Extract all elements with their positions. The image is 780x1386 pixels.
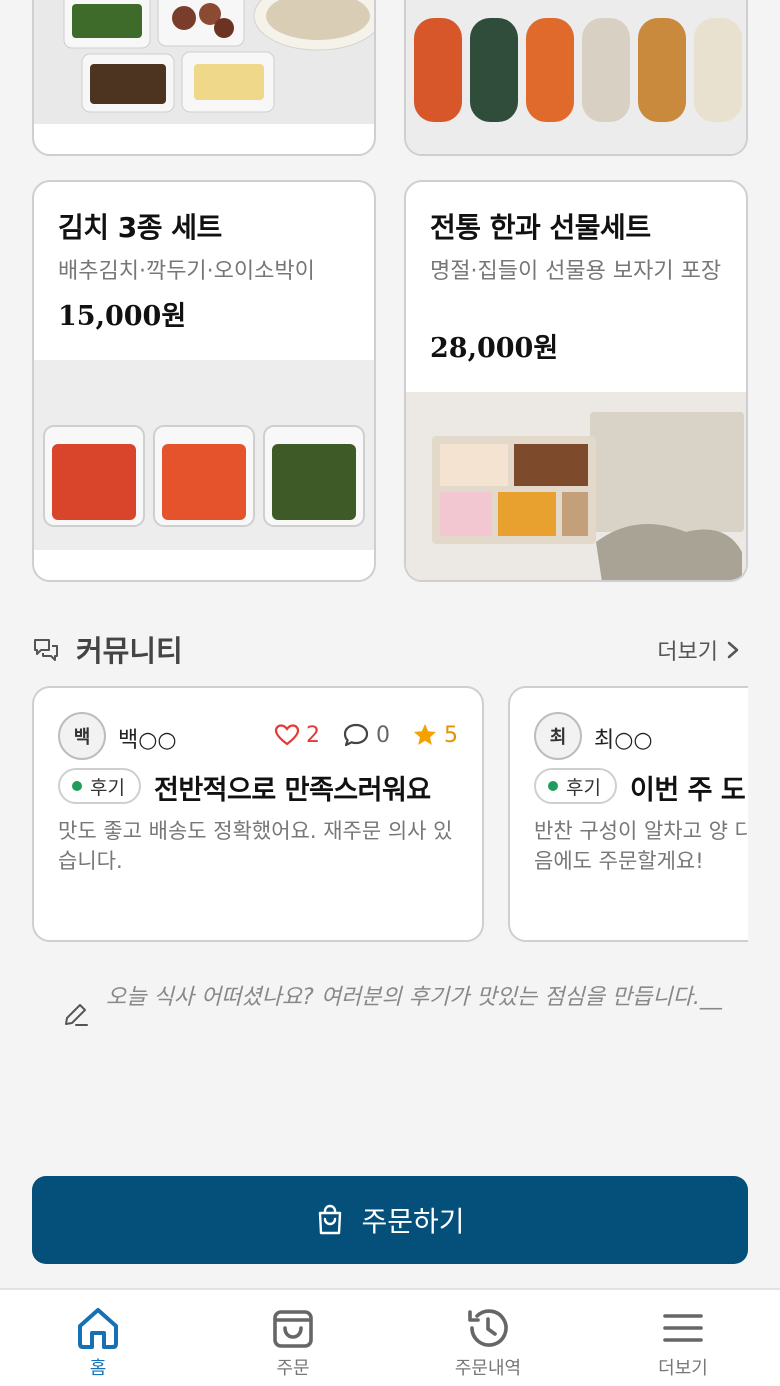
star-icon	[414, 724, 436, 745]
nav-item-order-history[interactable]: 주문내역	[428, 1304, 548, 1380]
product-description: 명절·집들이 선물용 보자기 포장	[430, 259, 722, 284]
nav-label: 홈	[89, 1358, 107, 1379]
review-card[interactable]: 최 최○○ 후기 이번 주 도 반찬 구성이 알차고 양 다음에도 주문할게요!	[508, 686, 748, 942]
kimchi-set-photo	[34, 360, 374, 550]
menu-icon	[663, 1314, 703, 1342]
product-card-side-dishes[interactable]	[32, 0, 376, 156]
review-author: 백○○	[118, 728, 177, 753]
nav-label: 더보기	[658, 1358, 708, 1379]
order-button[interactable]: 주문하기	[32, 1176, 748, 1264]
badge-label: 후기	[90, 776, 125, 799]
nav-item-more[interactable]: 더보기	[623, 1304, 743, 1380]
review-author: 최○○	[594, 728, 653, 753]
review-card[interactable]: 백 백○○ 2 0 5 후기 전반적으로 만족스러워요 맛도 좋고 배송도 정확…	[32, 686, 484, 942]
order-button-label: 주문하기	[361, 1205, 465, 1238]
likes-count: 2	[306, 722, 320, 748]
community-title: 커뮤니티	[76, 634, 183, 668]
app-screen: 김치 3종 세트 배추김치·깍두기·오이소박이 15,000원 전통 한과 선물…	[0, 0, 780, 1386]
bag-icon	[273, 1310, 313, 1348]
nav-label: 주문	[276, 1358, 310, 1379]
history-icon	[468, 1309, 508, 1347]
rating-value: 5	[444, 722, 458, 748]
product-card-hangwa-gift-set[interactable]: 전통 한과 선물세트 명절·집들이 선물용 보자기 포장 28,000원	[404, 180, 748, 582]
chevron-right-icon	[727, 641, 739, 659]
comments-count: 0	[376, 722, 390, 748]
review-title: 이번 주 도	[630, 775, 746, 806]
community-section-header: 커뮤니티 더보기	[32, 626, 748, 674]
more-label: 더보기	[657, 640, 718, 665]
product-name: 김치 3종 세트	[58, 211, 222, 244]
product-name: 전통 한과 선물세트	[430, 211, 651, 244]
nav-item-home[interactable]: 홈	[38, 1304, 158, 1380]
nav-item-order[interactable]: 주문	[233, 1304, 353, 1380]
review-badge: 후기	[534, 768, 617, 804]
bottom-nav: 홈 주문 주문내역 더보기	[0, 1288, 780, 1386]
review-body: 반찬 구성이 알차고 양 다음에도 주문할게요!	[534, 819, 748, 873]
comments-stat[interactable]: 0	[342, 722, 390, 748]
heart-icon	[274, 724, 300, 746]
avatar: 백	[58, 712, 106, 760]
hangwa-gift-set-photo	[406, 392, 746, 580]
badge-dot	[72, 781, 82, 791]
product-price: 15,000원	[58, 301, 187, 332]
shopping-bag-icon	[319, 1204, 342, 1235]
badge-dot	[548, 781, 558, 791]
soups-photo	[406, 0, 746, 154]
review-body: 맛도 좋고 배송도 정확했어요. 재주문 의사 있습니다.	[58, 819, 453, 873]
likes-stat[interactable]: 2	[274, 723, 320, 748]
product-description: 배추김치·깍두기·오이소박이	[58, 259, 315, 284]
chat-bubbles-icon	[34, 639, 58, 661]
product-card-kimchi-set[interactable]: 김치 3종 세트 배추김치·깍두기·오이소박이 15,000원	[32, 180, 376, 582]
avatar: 최	[534, 712, 582, 760]
comment-icon	[343, 723, 369, 747]
rating-stat: 5	[412, 722, 458, 748]
review-badge: 후기	[58, 768, 141, 804]
review-stats: 2 0 5	[258, 722, 458, 748]
pencil-icon	[65, 1004, 88, 1026]
write-review-prompt[interactable]: 오늘 식사 어떠셨나요? 여러분의 후기가 맛있는 점심을 만듭니다.__	[60, 982, 730, 1030]
badge-label: 후기	[566, 776, 601, 799]
product-price: 28,000원	[430, 333, 559, 364]
prompt-text: 오늘 식사 어떠셨나요? 여러분의 후기가 맛있는 점심을 만듭니다.__	[106, 985, 722, 1010]
home-icon	[78, 1308, 118, 1349]
nav-label: 주문내역	[454, 1358, 522, 1379]
review-title: 전반적으로 만족스러워요	[154, 775, 431, 806]
community-more-link[interactable]: 더보기	[657, 634, 740, 666]
side-dishes-photo	[34, 0, 374, 124]
product-card-soups[interactable]	[404, 0, 748, 156]
